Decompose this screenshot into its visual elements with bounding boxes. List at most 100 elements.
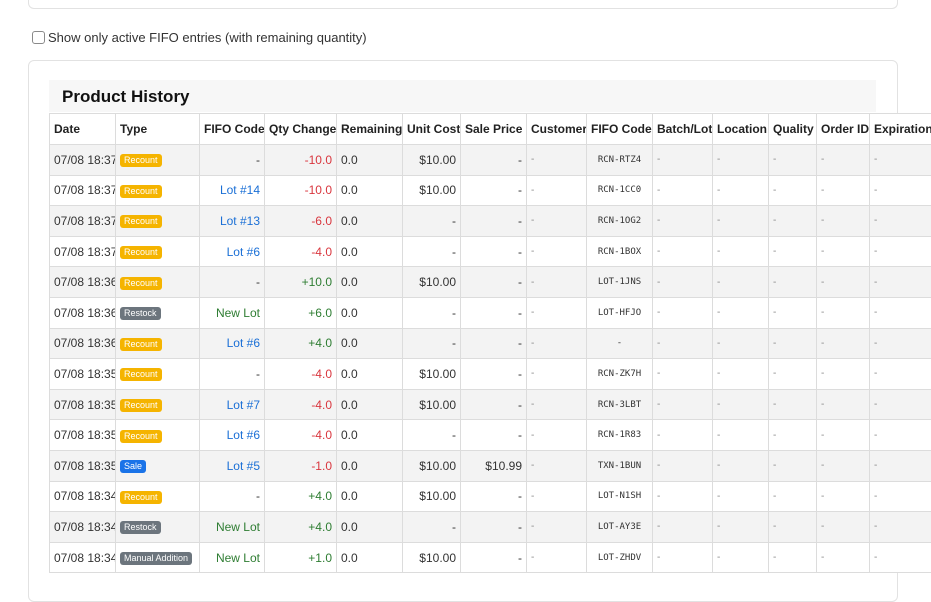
table-row[interactable]: 07/08 18:35RecountLot #6-4.00.0---RCN-1R… xyxy=(50,420,931,451)
cell-fifo-code: - xyxy=(200,145,265,176)
cell-fifo-code[interactable]: Lot #6 xyxy=(200,236,265,267)
cell-date: 07/08 18:36 xyxy=(50,267,116,298)
col-expiration[interactable]: Expiration xyxy=(870,114,931,145)
type-badge: Sale xyxy=(120,460,146,473)
cell-quality: - xyxy=(769,389,817,420)
cell-type: Restock xyxy=(116,512,200,543)
table-row[interactable]: 07/08 18:34Recount-+4.00.0$10.00--LOT-N1… xyxy=(50,481,931,512)
cell-quality: - xyxy=(769,328,817,359)
cell-customer: - xyxy=(527,389,587,420)
cell-fifo-code[interactable]: Lot #13 xyxy=(200,206,265,237)
cell-location: - xyxy=(713,389,769,420)
cell-unit-cost: $10.00 xyxy=(403,145,461,176)
col-type[interactable]: Type xyxy=(116,114,200,145)
col-batch-lot[interactable]: Batch/Lot xyxy=(653,114,713,145)
col-unit-cost[interactable]: Unit Cost xyxy=(403,114,461,145)
col-fifo-code[interactable]: FIFO Code xyxy=(200,114,265,145)
table-row[interactable]: 07/08 18:37RecountLot #14-10.00.0$10.00-… xyxy=(50,175,931,206)
table-row[interactable]: 07/08 18:37RecountLot #6-4.00.0---RCN-1B… xyxy=(50,236,931,267)
cell-quality: - xyxy=(769,359,817,390)
cell-fifo-code[interactable]: Lot #7 xyxy=(200,389,265,420)
cell-fifo-code-2: LOT-HFJO xyxy=(587,297,653,328)
col-customer[interactable]: Customer xyxy=(527,114,587,145)
cell-location: - xyxy=(713,145,769,176)
cell-remaining: 0.0 xyxy=(337,481,403,512)
cell-fifo-code: New Lot xyxy=(200,542,265,573)
cell-customer: - xyxy=(527,481,587,512)
cell-fifo-code-2: RCN-1R83 xyxy=(587,420,653,451)
cell-fifo-code[interactable]: Lot #14 xyxy=(200,175,265,206)
cell-location: - xyxy=(713,267,769,298)
cell-batch-lot: - xyxy=(653,542,713,573)
table-row[interactable]: 07/08 18:35RecountLot #7-4.00.0$10.00--R… xyxy=(50,389,931,420)
table-row[interactable]: 07/08 18:37RecountLot #13-6.00.0---RCN-1… xyxy=(50,206,931,237)
cell-location: - xyxy=(713,297,769,328)
table-row[interactable]: 07/08 18:36Recount-+10.00.0$10.00--LOT-1… xyxy=(50,267,931,298)
col-date[interactable]: Date xyxy=(50,114,116,145)
cell-remaining: 0.0 xyxy=(337,206,403,237)
cell-date: 07/08 18:35 xyxy=(50,450,116,481)
type-badge: Recount xyxy=(120,368,162,381)
cell-fifo-code: - xyxy=(200,481,265,512)
cell-fifo-code[interactable]: Lot #6 xyxy=(200,328,265,359)
cell-remaining: 0.0 xyxy=(337,328,403,359)
cell-type: Recount xyxy=(116,145,200,176)
cell-fifo-code[interactable]: Lot #6 xyxy=(200,420,265,451)
cell-order-id: - xyxy=(817,542,870,573)
table-row[interactable]: 07/08 18:37Recount--10.00.0$10.00--RCN-R… xyxy=(50,145,931,176)
col-quality[interactable]: Quality xyxy=(769,114,817,145)
cell-batch-lot: - xyxy=(653,175,713,206)
cell-expiration: - xyxy=(870,328,931,359)
type-badge: Restock xyxy=(120,307,161,320)
table-row[interactable]: 07/08 18:36RestockNew Lot+6.00.0---LOT-H… xyxy=(50,297,931,328)
cell-quality: - xyxy=(769,267,817,298)
cell-location: - xyxy=(713,542,769,573)
type-badge: Recount xyxy=(120,430,162,443)
cell-date: 07/08 18:36 xyxy=(50,297,116,328)
cell-batch-lot: - xyxy=(653,145,713,176)
cell-date: 07/08 18:35 xyxy=(50,420,116,451)
cell-quality: - xyxy=(769,450,817,481)
cell-qty-change: -10.0 xyxy=(265,175,337,206)
cell-unit-cost: - xyxy=(403,328,461,359)
table-row[interactable]: 07/08 18:36RecountLot #6+4.00.0--------- xyxy=(50,328,931,359)
type-badge: Recount xyxy=(120,491,162,504)
cell-qty-change: +4.0 xyxy=(265,481,337,512)
cell-order-id: - xyxy=(817,420,870,451)
cell-type: Recount xyxy=(116,420,200,451)
cell-batch-lot: - xyxy=(653,420,713,451)
col-location[interactable]: Location xyxy=(713,114,769,145)
table-row[interactable]: 07/08 18:35SaleLot #5-1.00.0$10.00$10.99… xyxy=(50,450,931,481)
cell-unit-cost: - xyxy=(403,236,461,267)
cell-fifo-code-2: RCN-ZK7H xyxy=(587,359,653,390)
cell-type: Recount xyxy=(116,267,200,298)
cell-batch-lot: - xyxy=(653,236,713,267)
cell-fifo-code[interactable]: Lot #5 xyxy=(200,450,265,481)
cell-fifo-code-2: RCN-3LBT xyxy=(587,389,653,420)
table-row[interactable]: 07/08 18:34Manual AdditionNew Lot+1.00.0… xyxy=(50,542,931,573)
col-fifo-code-2[interactable]: FIFO Code xyxy=(587,114,653,145)
cell-expiration: - xyxy=(870,175,931,206)
history-table-container[interactable]: Date Type FIFO Code Qty Change Remaining… xyxy=(49,113,931,583)
cell-sale-price: $10.99 xyxy=(461,450,527,481)
cell-type: Recount xyxy=(116,481,200,512)
active-fifo-checkbox[interactable] xyxy=(32,31,45,44)
type-badge: Recount xyxy=(120,215,162,228)
table-row[interactable]: 07/08 18:34RestockNew Lot+4.00.0---LOT-A… xyxy=(50,512,931,543)
col-qty-change[interactable]: Qty Change xyxy=(265,114,337,145)
cell-quality: - xyxy=(769,145,817,176)
cell-remaining: 0.0 xyxy=(337,175,403,206)
cell-order-id: - xyxy=(817,359,870,390)
col-sale-price[interactable]: Sale Price xyxy=(461,114,527,145)
active-fifo-filter[interactable]: Show only active FIFO entries (with rema… xyxy=(32,28,367,46)
active-fifo-label[interactable]: Show only active FIFO entries (with rema… xyxy=(48,30,367,45)
cell-sale-price: - xyxy=(461,481,527,512)
cell-expiration: - xyxy=(870,267,931,298)
cell-sale-price: - xyxy=(461,359,527,390)
col-order-id[interactable]: Order ID xyxy=(817,114,870,145)
col-remaining[interactable]: Remaining xyxy=(337,114,403,145)
table-row[interactable]: 07/08 18:35Recount--4.00.0$10.00--RCN-ZK… xyxy=(50,359,931,390)
product-history-title: Product History xyxy=(62,87,190,107)
cell-date: 07/08 18:34 xyxy=(50,542,116,573)
cell-order-id: - xyxy=(817,145,870,176)
